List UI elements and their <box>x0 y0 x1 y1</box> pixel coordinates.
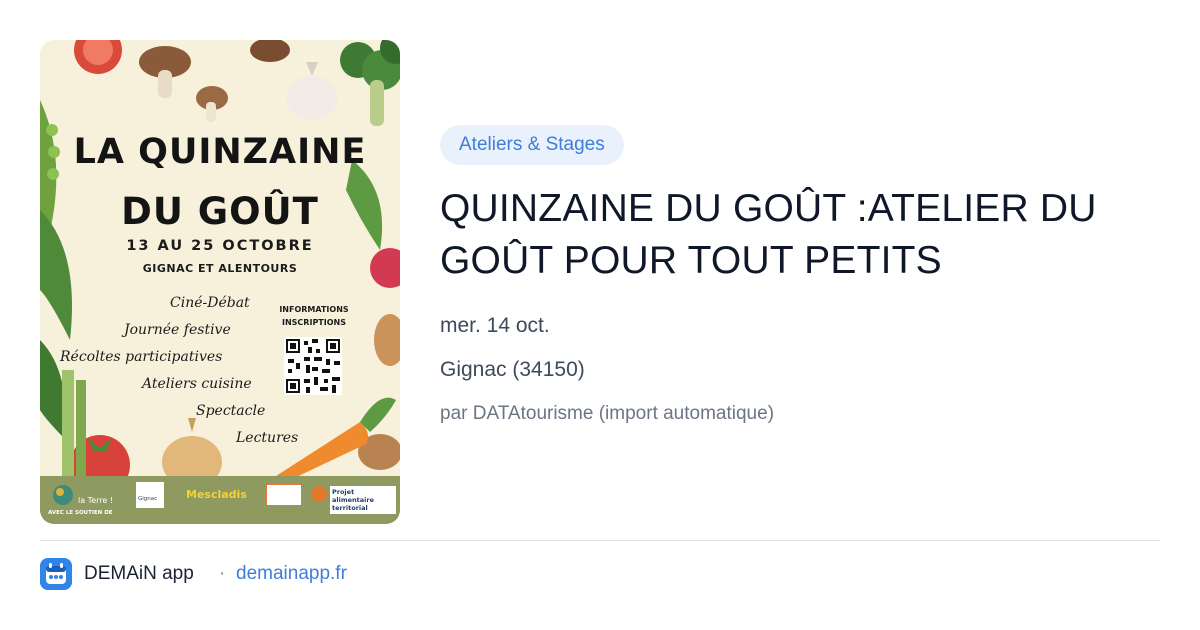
poster-activity: Spectacle <box>196 403 266 419</box>
poster-activity: Récoltes participatives <box>60 349 223 365</box>
event-source: par DATAtourisme (import automatique) <box>440 403 775 424</box>
poster-info-label: INFORMATIONS INSCRIPTIONS <box>279 305 349 327</box>
qr-code-icon <box>284 337 342 395</box>
poster-activity: Ciné-Débat <box>170 295 250 311</box>
poster-logo-pat: Projet alimentaire territorial <box>330 486 396 514</box>
event-poster-image[interactable]: LA QUINZAINE DU GOÛT 13 AU 25 OCTOBRE GI… <box>40 40 400 524</box>
app-domain-link[interactable]: demainapp.fr <box>236 563 347 585</box>
poster-title-line1: LA QUINZAINE <box>73 132 367 172</box>
event-location: Gignac (34150) <box>440 358 585 381</box>
pat-logo-icon <box>311 486 327 502</box>
poster-logo-mescladis: Mescladis <box>186 488 247 501</box>
event-title: QUINZAINE DU GOÛT :ATELIER DU GOÛT POUR … <box>440 187 1097 282</box>
gignac-logo-icon <box>136 482 164 508</box>
poster-title-line2: DU GOÛT <box>121 190 319 233</box>
poster-activity: Journée festive <box>124 322 231 338</box>
poster-activity: Ateliers cuisine <box>142 376 252 392</box>
demain-app-icon[interactable] <box>40 558 72 590</box>
poster-activity: Lectures <box>236 430 299 446</box>
category-badge[interactable]: Ateliers & Stages <box>440 125 624 165</box>
footer-divider <box>40 540 1160 541</box>
poster-dates: 13 AU 25 OCTOBRE <box>126 238 314 254</box>
partner-logo-icon <box>266 484 302 506</box>
app-name: DEMAiN app <box>84 563 194 584</box>
vegetable-illustrations <box>40 40 400 495</box>
la-terre-logo-icon <box>53 485 73 505</box>
poster-place: GIGNAC ET ALENTOURS <box>142 262 298 275</box>
poster-logo-gignac: Gignac <box>138 496 158 502</box>
event-date: mer. 14 oct. <box>440 314 550 337</box>
footer-separator: · <box>219 563 226 584</box>
poster-logo-la-terre: la Terre ! <box>78 496 114 505</box>
poster-support-label: AVEC LE SOUTIEN DE <box>48 510 113 516</box>
